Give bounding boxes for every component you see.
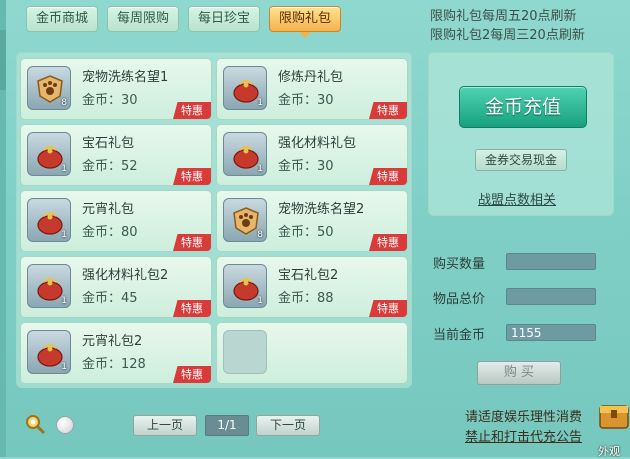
refresh-notice: 限购礼包每周五20点刷新 限购礼包2每周三20点刷新 (430, 7, 600, 45)
advice-line-1: 请适度娱乐理性消费 (464, 410, 582, 425)
item-slot: 1 (27, 132, 71, 176)
item-count: 1 (61, 164, 67, 174)
item-price: 金币：80 (82, 225, 138, 240)
discount-tag: 特惠 (369, 300, 407, 317)
item-name: 宠物洗练名望1 (82, 70, 169, 85)
tab-limited-gift[interactable]: 限购礼包 (269, 6, 342, 38)
item-price: 金币：45 (82, 291, 138, 306)
recharge-panel: 金币充值 金券交易现金 战盟点数相关 (428, 52, 614, 216)
page-indicator: 1/1 (205, 415, 249, 436)
item-name: 元宵礼包2 (82, 334, 143, 349)
item-card[interactable]: 1 修炼丹礼包 金币：30 特惠 (216, 58, 408, 120)
item-card[interactable]: 8 宠物洗练名望1 金币：30 特惠 (20, 58, 212, 120)
item-price: 金币：30 (82, 93, 138, 108)
item-name: 宠物洗练名望2 (278, 202, 365, 217)
item-card[interactable]: 1 强化材料礼包 金币：30 特惠 (216, 124, 408, 186)
discount-tag: 特惠 (369, 234, 407, 251)
current-gold-label: 当前金币 (433, 328, 486, 343)
item-price: 金币：30 (278, 93, 334, 108)
discount-tag: 特惠 (173, 366, 211, 383)
item-count: 1 (61, 230, 67, 240)
item-count: 8 (257, 230, 263, 240)
item-card[interactable]: 1 元宵礼包 金币：80 特惠 (20, 190, 212, 252)
consumption-advice: 请适度娱乐理性消费 禁止和打击代充公告 (465, 408, 582, 448)
item-name: 修炼丹礼包 (278, 70, 344, 85)
notice-line-1: 限购礼包每周五20点刷新 (430, 9, 577, 24)
gold-recharge-button[interactable]: 金币充值 (459, 86, 587, 128)
item-card[interactable]: 1 宝石礼包 金币：52 特惠 (20, 124, 212, 186)
total-price-label: 物品总价 (433, 292, 486, 307)
quantity-field[interactable] (506, 253, 596, 270)
league-points-link[interactable]: 战盟点数相关 (478, 189, 556, 208)
item-name: 强化材料礼包2 (82, 268, 169, 283)
item-price: 金币：88 (278, 291, 334, 306)
item-slot: 8 (27, 66, 71, 110)
item-slot: 1 (27, 330, 71, 374)
buy-button[interactable]: 购 买 (477, 361, 561, 385)
discount-tag: 特惠 (173, 300, 211, 317)
item-card[interactable]: 1 宝石礼包2 金币：88 特惠 (216, 256, 408, 318)
item-count: 1 (257, 296, 263, 306)
item-slot: 1 (223, 66, 267, 110)
item-price: 金币：50 (278, 225, 334, 240)
item-count: 1 (61, 362, 67, 372)
left-edge-decoration (0, 30, 6, 90)
quantity-label: 购买数量 (433, 257, 486, 272)
item-count: 1 (257, 98, 263, 108)
item-slot: 1 (27, 198, 71, 242)
item-count: 1 (61, 296, 67, 306)
item-slot: 1 (27, 264, 71, 308)
tab-gold-mall[interactable]: 金币商城 (26, 6, 99, 32)
discount-tag: 特惠 (173, 234, 211, 251)
item-card[interactable]: 8 宠物洗练名望2 金币：50 特惠 (216, 190, 408, 252)
discount-tag: 特惠 (369, 102, 407, 119)
next-page-button[interactable]: 下一页 (256, 415, 320, 436)
item-price: 金币：30 (278, 159, 334, 174)
anti-proxy-notice-link[interactable]: 禁止和打击代充公告 (465, 428, 582, 448)
item-price: 金币：52 (82, 159, 138, 174)
item-count: 1 (257, 164, 263, 174)
item-name: 强化材料礼包 (278, 136, 357, 151)
item-slot: 1 (223, 264, 267, 308)
prev-page-button[interactable]: 上一页 (133, 415, 197, 436)
item-slot: 1 (223, 132, 267, 176)
item-name: 宝石礼包 (82, 136, 135, 151)
total-price-field (506, 288, 596, 305)
voucher-trade-button[interactable]: 金券交易现金 (475, 149, 567, 171)
magnifier-icon[interactable] (24, 413, 46, 435)
item-card[interactable]: 1 元宵礼包2 金币：128 特惠 (20, 322, 212, 384)
item-card[interactable]: 1 强化材料礼包2 金币：45 特惠 (20, 256, 212, 318)
notice-line-2: 限购礼包2每周三20点刷新 (430, 28, 585, 43)
discount-tag: 特惠 (369, 168, 407, 185)
tab-bar: 金币商城 每周限购 每日珍宝 限购礼包 (26, 6, 342, 38)
empty-item-card (216, 322, 408, 384)
item-price: 金币：128 (82, 357, 146, 372)
item-name: 元宵礼包 (82, 202, 135, 217)
empty-item-slot (223, 330, 267, 374)
item-name: 宝石礼包2 (278, 268, 339, 283)
item-slot: 8 (223, 198, 267, 242)
tab-daily-treasure[interactable]: 每日珍宝 (188, 6, 261, 32)
discount-tag: 特惠 (173, 168, 211, 185)
item-count: 8 (61, 98, 67, 108)
radio-toggle-icon[interactable] (56, 416, 74, 434)
current-gold-field: 1155 (506, 324, 596, 341)
tab-weekly-limit[interactable]: 每周限购 (107, 6, 180, 32)
discount-tag: 特惠 (173, 102, 211, 119)
treasure-chest-icon[interactable] (596, 392, 630, 440)
